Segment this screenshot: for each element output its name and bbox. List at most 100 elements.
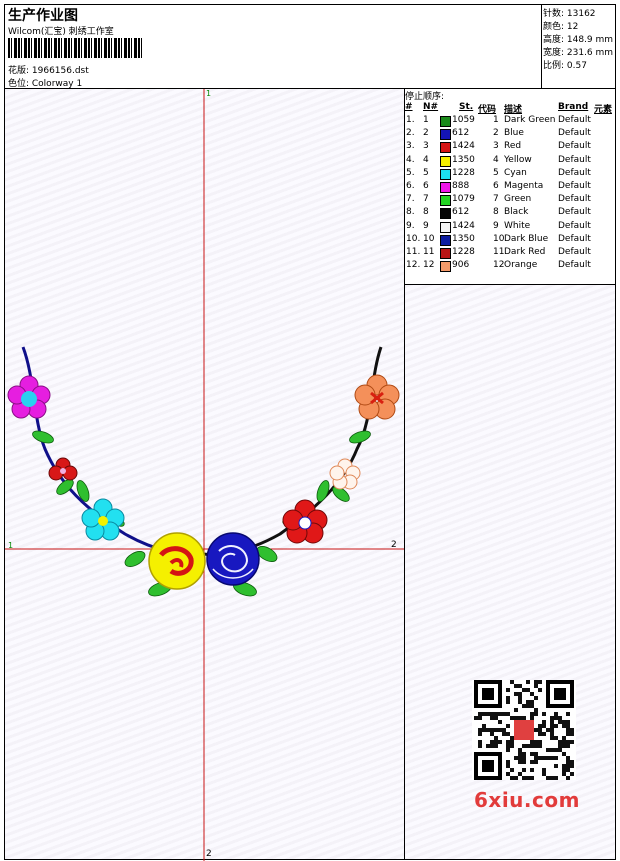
cyan-flower <box>81 498 125 541</box>
row-description: White <box>504 220 531 231</box>
row-code: 8 <box>493 207 499 218</box>
color-swatch <box>440 116 451 127</box>
row-needle: 3 <box>423 141 429 152</box>
axis-label-right: 2 <box>391 540 397 550</box>
row-stitches: 1350 <box>452 233 475 244</box>
row-description: Dark Blue <box>504 233 549 244</box>
row-code: 3 <box>493 141 499 152</box>
design-file-label: 花版: 1966156.dst <box>8 66 89 76</box>
row-code: 5 <box>493 167 499 178</box>
row-brand: Default <box>558 181 591 191</box>
magenta-flower <box>7 375 51 419</box>
design-canvas <box>4 88 406 861</box>
row-description: Cyan <box>504 167 527 178</box>
row-code: 2 <box>493 128 499 139</box>
row-description: Dark Red <box>504 247 546 257</box>
row-index: 1. <box>406 115 415 125</box>
color-swatch <box>440 182 451 193</box>
red-flower-right <box>282 499 328 544</box>
color-swatch <box>440 195 451 207</box>
col-header-index: # <box>405 102 413 112</box>
color-swatch <box>440 142 451 154</box>
row-index: 2. <box>406 128 415 139</box>
row-needle: 10 <box>423 233 435 244</box>
col-header-stitches: St. <box>459 102 474 112</box>
color-swatch <box>440 234 451 246</box>
row-stitches: 1228 <box>452 167 475 178</box>
row-stitches: 1228 <box>452 247 475 257</box>
row-stitches: 1059 <box>452 115 475 125</box>
row-index: 12. <box>406 260 421 271</box>
row-stitches: 888 <box>452 181 470 191</box>
row-brand: Default <box>558 220 591 231</box>
color-swatch <box>440 208 451 220</box>
row-brand: Default <box>558 141 591 152</box>
row-needle: 9 <box>423 220 429 231</box>
color-swatch <box>440 261 451 273</box>
row-index: 11. <box>406 247 421 257</box>
watermark: 6xiu.com <box>474 788 580 812</box>
row-brand: Default <box>558 260 591 271</box>
row-needle: 11 <box>423 247 435 257</box>
color-swatch <box>440 168 451 180</box>
color-swatch <box>440 248 451 259</box>
row-needle: 6 <box>423 181 429 191</box>
small-red-flower <box>48 457 78 481</box>
row-code: 7 <box>493 194 499 205</box>
row-stitches: 612 <box>452 207 470 218</box>
row-needle: 4 <box>423 154 429 165</box>
blue-rose <box>206 532 260 586</box>
row-brand: Default <box>558 207 591 218</box>
color-swatch <box>440 221 451 233</box>
col-header-number: N# <box>423 102 439 112</box>
row-brand: Default <box>558 154 591 165</box>
row-stitches: 612 <box>452 128 470 139</box>
row-description: Orange <box>504 260 538 271</box>
color-stop-row: 2. 2 612 2 Blue Default <box>406 128 616 141</box>
orange-flower <box>354 374 400 420</box>
row-stitches: 1424 <box>452 220 475 231</box>
page-title: 生产作业图 <box>8 8 78 24</box>
stitch-count: 针数: 13162 <box>543 9 596 19</box>
barcode <box>8 38 142 58</box>
row-brand: Default <box>558 247 591 257</box>
row-description: Blue <box>504 128 524 139</box>
row-stitches: 1350 <box>452 154 475 165</box>
row-code: 10 <box>493 233 505 244</box>
row-code: 6 <box>493 181 499 191</box>
row-needle: 1 <box>423 115 429 125</box>
row-needle: 8 <box>423 207 429 218</box>
row-needle: 5 <box>423 167 429 178</box>
color-stop-row: 7. 7 1079 7 Green Default <box>406 194 616 207</box>
axis-label-top: 1 <box>206 89 212 98</box>
color-stop-row: 1. 1 1059 1 Dark Green Default <box>406 115 616 128</box>
row-brand: Default <box>558 194 591 205</box>
color-swatch <box>440 129 451 141</box>
row-code: 12 <box>493 260 505 271</box>
axis-label-bottom: 2 <box>206 849 212 859</box>
qr-code <box>472 680 576 780</box>
row-description: Yellow <box>504 154 532 165</box>
color-stop-row: 9. 9 1424 9 White Default <box>406 221 616 234</box>
row-brand: Default <box>558 115 591 125</box>
row-stitches: 1424 <box>452 141 475 152</box>
row-description: Magenta <box>504 181 544 191</box>
legend-title: 停止顺序: <box>405 92 445 102</box>
color-swatch <box>440 155 451 167</box>
row-code: 4 <box>493 154 499 165</box>
color-stop-row: 4. 4 1350 4 Yellow Default <box>406 155 616 168</box>
color-count: 颜色: 12 <box>543 22 579 32</box>
row-code: 11 <box>493 247 505 257</box>
row-description: Green <box>504 194 532 205</box>
row-index: 5. <box>406 167 415 178</box>
row-description: Red <box>504 141 522 152</box>
row-index: 10. <box>406 233 421 244</box>
row-needle: 2 <box>423 128 429 139</box>
col-header-brand: Brand <box>558 102 589 112</box>
row-description: Dark Green <box>504 115 556 125</box>
color-stop-row: 12. 12 906 12 Orange Default <box>406 260 616 273</box>
row-code: 9 <box>493 220 499 231</box>
color-stop-row: 8. 8 612 8 Black Default <box>406 207 616 220</box>
row-stitches: 906 <box>452 260 470 271</box>
row-needle: 12 <box>423 260 435 271</box>
